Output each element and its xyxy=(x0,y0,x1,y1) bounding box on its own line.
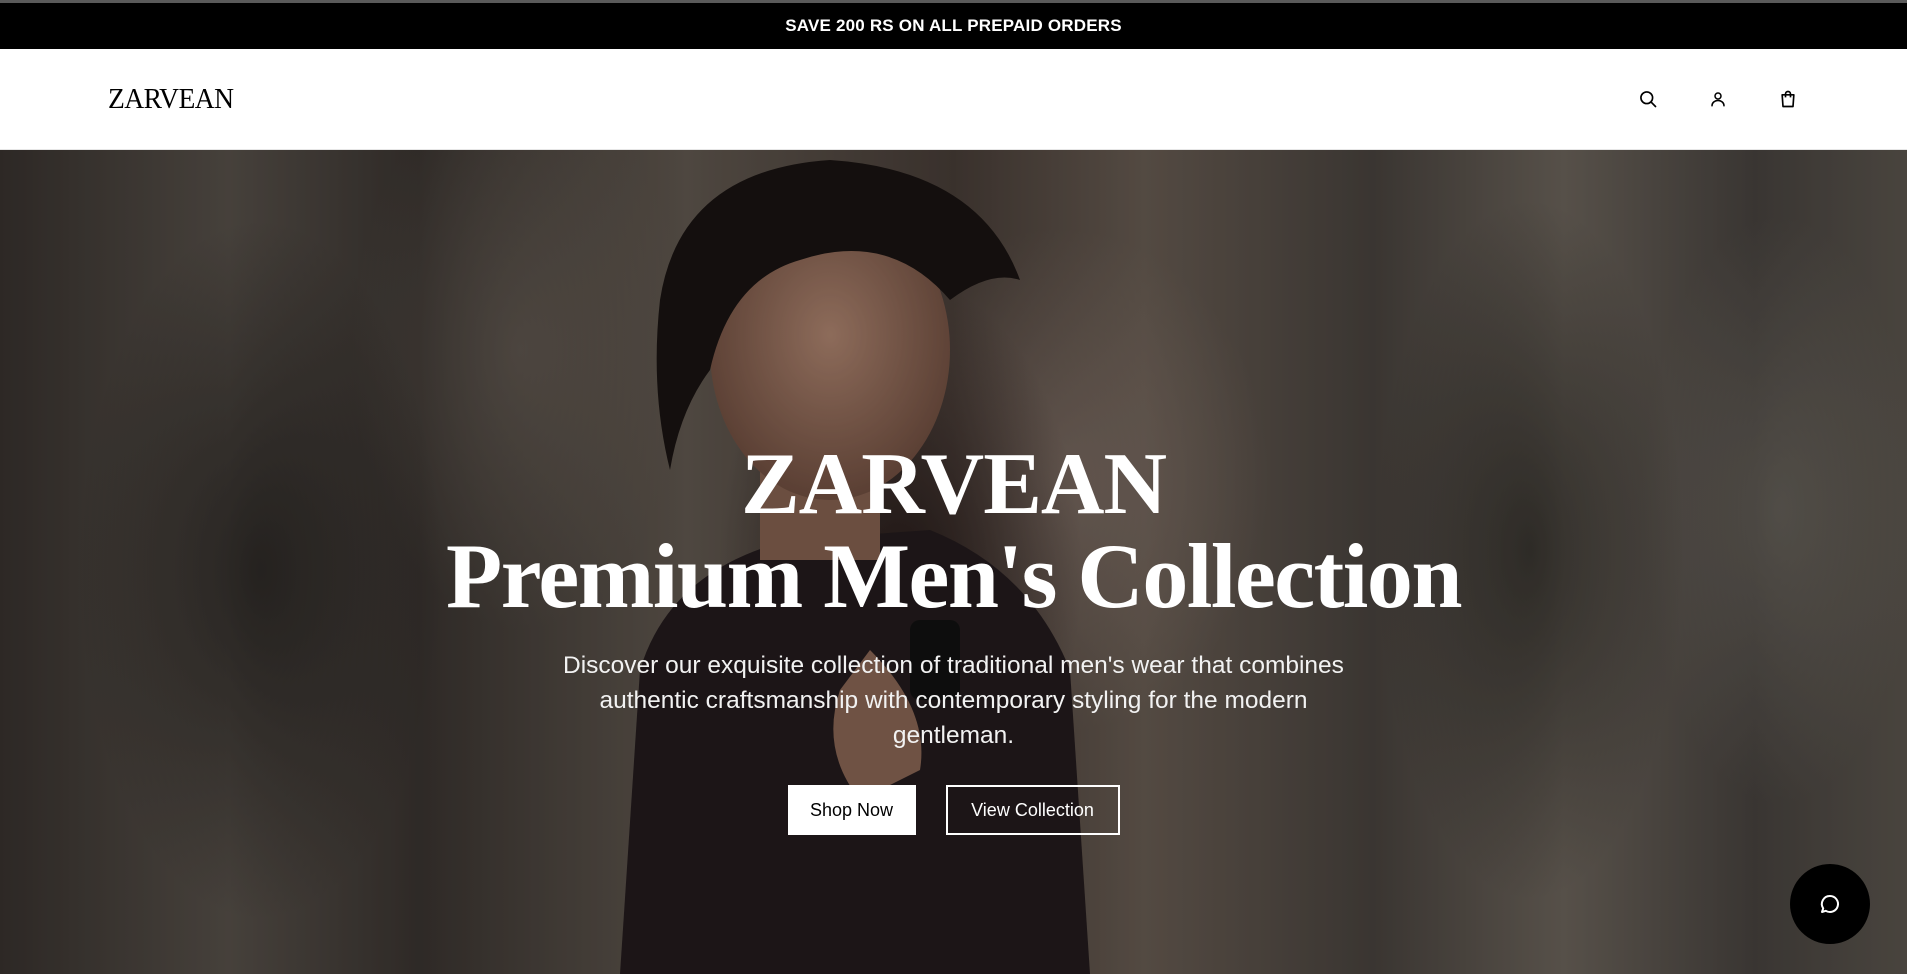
site-logo[interactable]: ZARVEAN xyxy=(108,83,234,116)
view-collection-button[interactable]: View Collection xyxy=(945,785,1120,835)
announcement-text: SAVE 200 RS ON ALL PREPAID ORDERS xyxy=(785,16,1122,35)
announcement-bar: SAVE 200 RS ON ALL PREPAID ORDERS xyxy=(0,3,1907,49)
account-icon[interactable] xyxy=(1706,87,1730,111)
hero-title: Premium Men's Collection xyxy=(446,525,1463,627)
hero-brand: ZARVEAN xyxy=(740,436,1167,533)
site-header: ZARVEAN xyxy=(0,49,1907,150)
hero-content: ZARVEAN Premium Men's Collection Discove… xyxy=(0,440,1907,835)
hero-section: ZARVEAN Premium Men's Collection Discove… xyxy=(0,150,1907,974)
chat-bubble-icon xyxy=(1820,894,1839,913)
hero-buttons: Shop Now View Collection xyxy=(0,785,1907,835)
header-icons xyxy=(1636,87,1800,111)
search-icon[interactable] xyxy=(1636,87,1660,111)
shop-now-button[interactable]: Shop Now xyxy=(787,785,916,835)
chat-button[interactable] xyxy=(1790,864,1870,944)
hero-description: Discover our exquisite collection of tra… xyxy=(563,652,1344,749)
cart-icon[interactable] xyxy=(1776,87,1800,111)
